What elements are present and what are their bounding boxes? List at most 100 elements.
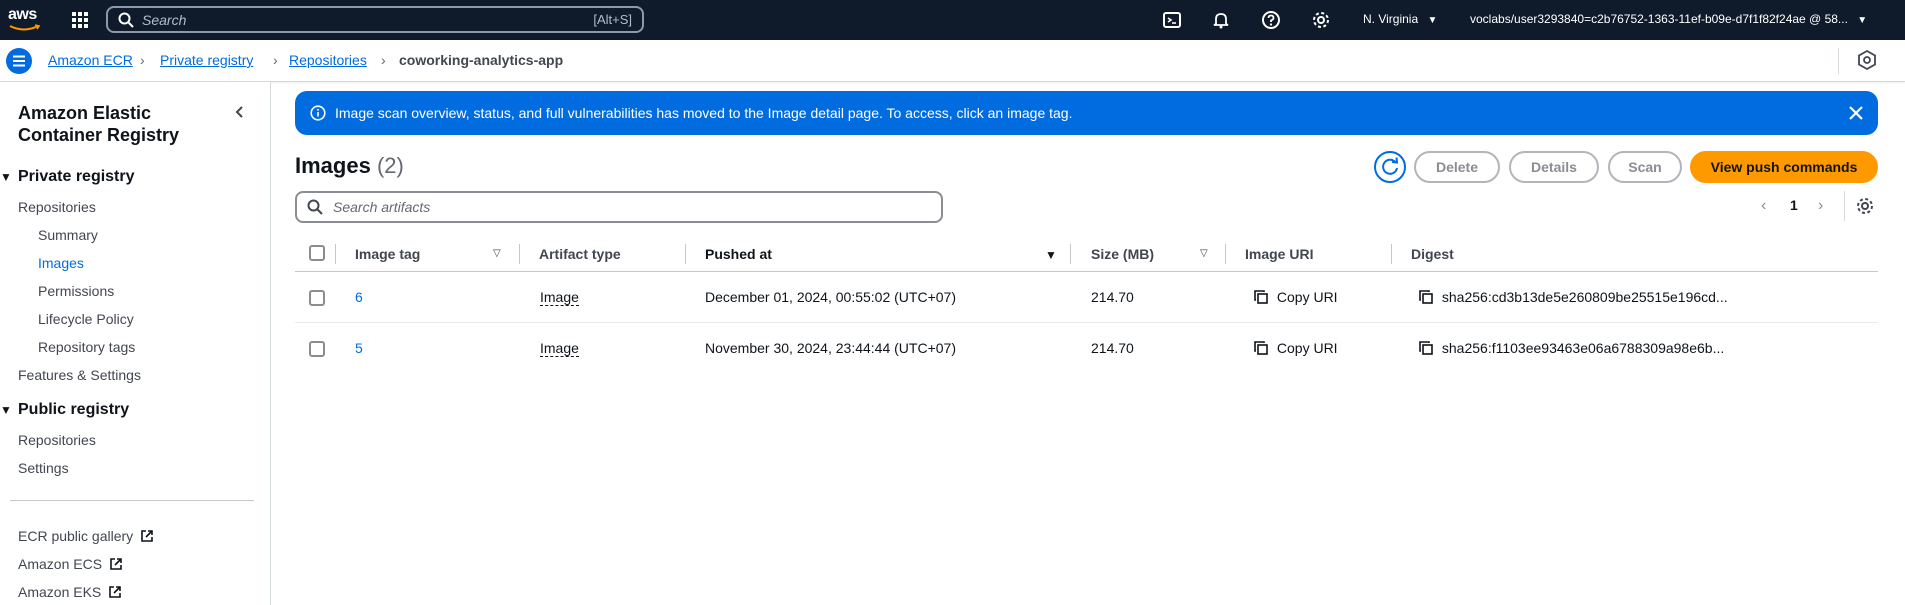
details-button[interactable]: Details: [1509, 151, 1599, 183]
row-checkbox[interactable]: [309, 290, 325, 306]
column-header-size[interactable]: Size (MB): [1091, 246, 1154, 262]
link-amazon-ecs[interactable]: Amazon ECS: [18, 556, 123, 572]
help-icon[interactable]: [1261, 10, 1281, 30]
private-registry-section[interactable]: ▼ Private registry: [0, 168, 135, 186]
chevron-right-icon: ›: [273, 52, 278, 68]
divider: [1838, 48, 1839, 74]
sort-descending-icon[interactable]: ▼: [1045, 248, 1057, 262]
scan-button[interactable]: Scan: [1608, 151, 1682, 183]
column-divider: [1391, 244, 1392, 264]
column-divider: [519, 244, 520, 264]
copy-icon: [1254, 341, 1268, 355]
sidebar-item-features-settings[interactable]: Features & Settings: [18, 367, 141, 383]
public-registry-header: Public registry: [18, 401, 130, 418]
image-tag-link[interactable]: 5: [355, 340, 363, 356]
chevron-right-icon: ›: [140, 52, 145, 68]
delete-button[interactable]: Delete: [1414, 151, 1500, 183]
breadcrumb-private-registry[interactable]: Private registry: [160, 52, 253, 68]
page-title: Images (2): [295, 153, 404, 179]
divider: [10, 500, 254, 501]
sidebar-item-images[interactable]: Images: [38, 255, 84, 271]
collapse-nav-icon[interactable]: [232, 104, 248, 120]
artifact-type[interactable]: Image: [540, 340, 579, 357]
page-number[interactable]: 1: [1790, 197, 1798, 213]
table-row[interactable]: 5 Image November 30, 2024, 23:44:44 (UTC…: [295, 323, 1878, 374]
tools-panel-icon[interactable]: [1856, 49, 1878, 71]
account-menu[interactable]: voclabs/user3293840=c2b76752-1363-11ef-b…: [1470, 12, 1867, 26]
refresh-button[interactable]: [1374, 151, 1406, 183]
link-ecr-public-gallery[interactable]: ECR public gallery: [18, 528, 154, 544]
images-heading: Images: [295, 153, 371, 178]
row-checkbox[interactable]: [309, 341, 325, 357]
sidebar-item-permissions[interactable]: Permissions: [38, 283, 114, 299]
column-header-image-tag[interactable]: Image tag: [355, 246, 420, 262]
sort-icon[interactable]: ▽: [493, 248, 501, 259]
breadcrumb-bar: Amazon ECR › Private registry › Reposito…: [0, 40, 1905, 82]
pushed-at: December 01, 2024, 00:55:02 (UTC+07): [705, 289, 956, 305]
account-label: voclabs/user3293840=c2b76752-1363-11ef-b…: [1470, 12, 1848, 26]
next-page-button[interactable]: ›: [1818, 197, 1823, 215]
copy-icon: [1254, 290, 1268, 304]
aws-logo[interactable]: aws: [8, 6, 42, 32]
sidebar-item-public-settings[interactable]: Settings: [18, 460, 69, 476]
search-artifacts-input[interactable]: Search artifacts: [295, 191, 943, 223]
public-registry-section[interactable]: ▼ Public registry: [0, 401, 129, 419]
table-row[interactable]: 6 Image December 01, 2024, 00:55:02 (UTC…: [295, 272, 1878, 323]
column-header-pushed-at[interactable]: Pushed at: [705, 246, 772, 262]
info-icon: [310, 105, 326, 121]
sidebar-item-lifecycle-policy[interactable]: Lifecycle Policy: [38, 311, 134, 327]
service-title[interactable]: Amazon Elastic Container Registry: [18, 102, 208, 146]
sidebar-item-public-repositories[interactable]: Repositories: [18, 432, 96, 448]
digest-value: sha256:cd3b13de5e260809be25515e196cd...: [1441, 289, 1728, 305]
table-header: Image tag ▽ Artifact type Pushed at ▼ Si…: [295, 236, 1878, 272]
table-preferences-gear-icon[interactable]: [1855, 196, 1875, 216]
image-tag-link[interactable]: 6: [355, 289, 363, 305]
refresh-icon: [1382, 157, 1399, 175]
cloudshell-icon[interactable]: [1162, 10, 1182, 30]
breadcrumb-repositories[interactable]: Repositories: [289, 52, 367, 68]
column-header-artifact-type[interactable]: Artifact type: [539, 246, 621, 262]
global-search-placeholder: Search: [142, 11, 187, 28]
info-flash-banner: Image scan overview, status, and full vu…: [295, 91, 1878, 135]
view-push-commands-button[interactable]: View push commands: [1690, 151, 1878, 183]
link-label: ECR public gallery: [18, 528, 134, 544]
menu-toggle-button[interactable]: [6, 48, 32, 74]
search-shortcut-hint: [Alt+S]: [593, 12, 632, 27]
caret-down-icon: ▼: [0, 403, 12, 417]
sidebar-item-repository-tags[interactable]: Repository tags: [38, 339, 135, 355]
aws-smile-icon: [9, 24, 41, 31]
search-icon: [307, 199, 323, 215]
previous-page-button[interactable]: ‹: [1761, 197, 1766, 215]
select-all-checkbox[interactable]: [309, 245, 325, 261]
copy-digest-button[interactable]: sha256:f1103ee93463e06a6788309a98e6b...: [1418, 340, 1724, 356]
caret-down-icon: ▼: [0, 170, 12, 184]
copy-uri-label: Copy URI: [1276, 289, 1338, 305]
region-label: N. Virginia: [1363, 12, 1419, 26]
private-registry-header: Private registry: [18, 168, 135, 185]
close-icon[interactable]: [1847, 104, 1865, 122]
copy-digest-button[interactable]: sha256:cd3b13de5e260809be25515e196cd...: [1418, 289, 1728, 305]
sidebar-item-repositories[interactable]: Repositories: [18, 199, 96, 215]
link-label: Amazon EKS: [18, 584, 102, 600]
region-selector[interactable]: N. Virginia ▼: [1363, 12, 1437, 26]
sort-icon[interactable]: ▽: [1200, 248, 1208, 259]
artifact-type[interactable]: Image: [540, 289, 579, 306]
breadcrumb-amazon-ecr[interactable]: Amazon ECR: [48, 52, 133, 68]
global-search-input[interactable]: Search [Alt+S]: [106, 6, 644, 33]
column-header-image-uri: Image URI: [1245, 246, 1314, 262]
copy-uri-button[interactable]: Copy URI: [1253, 340, 1338, 356]
notifications-bell-icon[interactable]: [1211, 10, 1231, 30]
services-grid-icon[interactable]: [70, 10, 90, 30]
column-divider: [1225, 244, 1226, 264]
column-divider: [1070, 244, 1071, 264]
link-amazon-eks[interactable]: Amazon EKS: [18, 584, 122, 600]
sidebar-item-summary[interactable]: Summary: [38, 227, 98, 243]
images-count: (2): [376, 153, 404, 178]
copy-uri-button[interactable]: Copy URI: [1253, 289, 1338, 305]
settings-gear-icon[interactable]: [1311, 10, 1331, 30]
image-size: 214.70: [1091, 289, 1134, 305]
copy-icon: [1419, 341, 1433, 355]
hamburger-icon: [13, 55, 25, 67]
copy-icon: [1419, 290, 1433, 304]
image-size: 214.70: [1091, 340, 1134, 356]
